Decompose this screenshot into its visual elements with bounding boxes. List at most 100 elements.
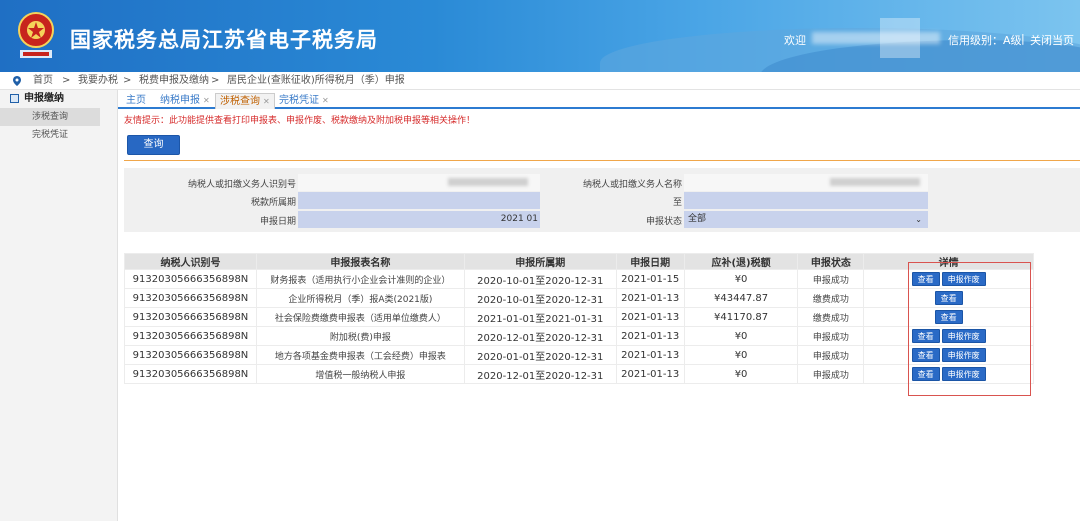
declare-date-cell: 2021-01-13 bbox=[615, 307, 685, 327]
view-button[interactable]: 查看 bbox=[911, 272, 940, 286]
table-row: 91320305666356898N 社会保险费缴费申报表（适用单位缴费人） 202… bbox=[124, 307, 1034, 327]
tab-tax-declare-label: 纳税申报 bbox=[160, 95, 200, 106]
view-button[interactable]: 查看 bbox=[911, 329, 940, 343]
table-row: 91320305666356898N 财务报表（适用执行小企业会计准则的企业） 20… bbox=[124, 269, 1034, 289]
notice-text: 友情提示：此功能提供查看打印申报表、申报作废、税款缴纳及附加税申报等相关操作！ bbox=[124, 116, 476, 126]
header-amount: 应补(退)税额 bbox=[683, 253, 799, 270]
period-cell: 2020-12-01至2020-12-31 bbox=[463, 326, 617, 346]
header-period: 申报所属期 bbox=[463, 253, 617, 270]
declare-status-select[interactable]: 全部 ⌄ bbox=[684, 211, 928, 228]
header-declare-date: 申报日期 bbox=[615, 253, 685, 270]
table-row: 91320305666356898N 附加税(费)申报 2020-12-01至202… bbox=[124, 326, 1034, 346]
tab-tax-query[interactable]: 涉税查询 ✕ bbox=[215, 93, 275, 109]
view-button[interactable]: 查看 bbox=[934, 310, 963, 324]
details-cell: 查看 申报作废 bbox=[863, 364, 1034, 384]
status-cell: 缴费成功 bbox=[797, 288, 865, 308]
breadcrumb-tax-service[interactable]: 我要办税 bbox=[78, 72, 118, 90]
taxpayer-id-cell: 91320305666356898N bbox=[124, 307, 257, 327]
welcome-text: 欢迎 bbox=[784, 34, 806, 47]
table-row: 91320305666356898N 地方各项基金费申报表（工会经费）申报表 202… bbox=[124, 345, 1034, 365]
credit-rating: 信用级别：A级 bbox=[948, 34, 1022, 47]
tab-tax-declare[interactable]: 纳税申报 ✕ bbox=[156, 93, 214, 109]
declare-date-cell: 2021-01-13 bbox=[615, 326, 685, 346]
period-cell: 2020-10-01至2020-12-31 bbox=[463, 288, 617, 308]
report-name-cell: 附加税(费)申报 bbox=[255, 326, 465, 346]
declare-date-field[interactable]: 2021 01 bbox=[298, 211, 540, 228]
emblem-logo bbox=[18, 12, 54, 58]
query-form: 纳税人或扣缴义务人识别号 纳税人或扣缴义务人名称 税款所属期 至 申报日期 20… bbox=[124, 168, 1080, 232]
report-name-cell: 企业所得税月（季）报A类(2021版) bbox=[255, 288, 465, 308]
tax-period-start[interactable] bbox=[298, 192, 540, 209]
sidebar-item-tax-certificate[interactable]: 完税凭证 bbox=[0, 126, 100, 144]
details-cell: 查看 bbox=[863, 288, 1034, 308]
report-name-cell: 社会保险费缴费申报表（适用单位缴费人） bbox=[255, 307, 465, 327]
declare-date-cell: 2021-01-13 bbox=[615, 288, 685, 308]
view-button[interactable]: 查看 bbox=[911, 367, 940, 381]
header-taxpayer-id: 纳税人识别号 bbox=[124, 253, 257, 270]
tab-home-label: 主页 bbox=[126, 95, 146, 106]
site-title: 国家税务总局江苏省电子税务局 bbox=[70, 28, 378, 52]
taxpayer-id-cell: 91320305666356898N bbox=[124, 269, 257, 289]
status-cell: 申报成功 bbox=[797, 326, 865, 346]
sidebar-header: 申报缴纳 bbox=[0, 90, 117, 108]
status-cell: 申报成功 bbox=[797, 269, 865, 289]
declare-status-label: 申报状态 bbox=[645, 217, 682, 227]
details-cell: 查看 bbox=[863, 307, 1034, 327]
tab-tax-query-label: 涉税查询 bbox=[220, 96, 260, 107]
breadcrumb-home[interactable]: 首页 bbox=[33, 72, 53, 90]
location-icon bbox=[13, 76, 21, 86]
taxpayer-name-label: 纳税人或扣缴义务人名称 bbox=[582, 180, 682, 190]
tax-period-label: 税款所属期 bbox=[250, 198, 296, 208]
taxpayer-id-label: 纳税人或扣缴义务人识别号 bbox=[187, 180, 296, 190]
table-row: 91320305666356898N 企业所得税月（季）报A类(2021版) 202… bbox=[124, 288, 1034, 308]
chevron-down-icon: ⌄ bbox=[915, 215, 922, 224]
period-cell: 2021-01-01至2021-01-31 bbox=[463, 307, 617, 327]
taxpayer-id-cell: 91320305666356898N bbox=[124, 364, 257, 384]
blurred-value bbox=[448, 178, 528, 186]
to-label: 至 bbox=[672, 198, 682, 208]
header-banner: 国家税务总局江苏省电子税务局 欢迎 信用级别：A级 | 关闭当页 bbox=[0, 0, 1080, 72]
view-button[interactable]: 查看 bbox=[934, 291, 963, 305]
status-cell: 申报成功 bbox=[797, 364, 865, 384]
amount-cell: ¥43447.87 bbox=[683, 288, 799, 308]
sidebar: 申报缴纳 涉税查询 完税凭证 bbox=[0, 90, 118, 521]
header-details: 详情 bbox=[863, 253, 1034, 270]
status-cell: 缴费成功 bbox=[797, 307, 865, 327]
table-header-row: 纳税人识别号 申报报表名称 申报所属期 申报日期 应补(退)税额 申报状态 详情 bbox=[124, 253, 1034, 270]
tab-bar: 主页 纳税申报 ✕ 涉税查询 ✕ 完税凭证 ✕ bbox=[118, 90, 1080, 109]
taxpayer-id-field[interactable] bbox=[298, 174, 540, 191]
tax-period-end[interactable] bbox=[684, 192, 928, 209]
header-separator: | bbox=[1021, 32, 1025, 45]
close-icon[interactable]: ✕ bbox=[322, 96, 329, 105]
void-declaration-button[interactable]: 申报作废 bbox=[941, 348, 986, 362]
sidebar-item-tax-query[interactable]: 涉税查询 bbox=[0, 108, 100, 126]
void-declaration-button[interactable]: 申报作废 bbox=[941, 329, 986, 343]
tab-home[interactable]: 主页 bbox=[122, 93, 150, 109]
taxpayer-id-cell: 91320305666356898N bbox=[124, 345, 257, 365]
taxpayer-id-cell: 91320305666356898N bbox=[124, 326, 257, 346]
amount-cell: ¥0 bbox=[683, 364, 799, 384]
breadcrumb-tax-declare[interactable]: 税费申报及缴纳 bbox=[139, 72, 209, 90]
taxpayer-name-field[interactable] bbox=[684, 174, 928, 191]
void-declaration-button[interactable]: 申报作废 bbox=[941, 367, 986, 381]
close-icon[interactable]: ✕ bbox=[263, 97, 270, 106]
declare-date-cell: 2021-01-13 bbox=[615, 345, 685, 365]
table-row: 91320305666356898N 增值税一般纳税人申报 2020-12-01至2… bbox=[124, 364, 1034, 384]
period-cell: 2020-12-01至2020-12-31 bbox=[463, 364, 617, 384]
query-button[interactable]: 查询 bbox=[127, 135, 180, 155]
close-icon[interactable]: ✕ bbox=[203, 96, 210, 105]
close-page-link[interactable]: 关闭当页 bbox=[1030, 32, 1074, 48]
view-button[interactable]: 查看 bbox=[911, 348, 940, 362]
tab-tax-certificate[interactable]: 完税凭证 ✕ bbox=[275, 93, 333, 109]
amount-cell: ¥0 bbox=[683, 345, 799, 365]
blurred-value bbox=[830, 178, 920, 186]
period-cell: 2020-10-01至2020-12-31 bbox=[463, 269, 617, 289]
tab-tax-certificate-label: 完税凭证 bbox=[279, 95, 319, 106]
void-declaration-button[interactable]: 申报作废 bbox=[941, 272, 986, 286]
report-name-cell: 增值税一般纳税人申报 bbox=[255, 364, 465, 384]
declare-status-value: 全部 bbox=[688, 214, 707, 224]
details-cell: 查看 申报作废 bbox=[863, 345, 1034, 365]
declare-date-cell: 2021-01-15 bbox=[615, 269, 685, 289]
period-cell: 2020-01-01至2020-12-31 bbox=[463, 345, 617, 365]
header-status: 申报状态 bbox=[797, 253, 865, 270]
